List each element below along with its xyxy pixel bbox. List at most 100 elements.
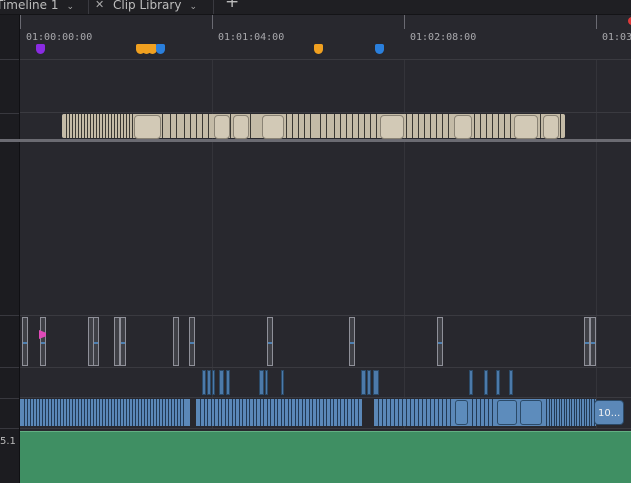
- audio-mix-track[interactable]: [20, 431, 631, 483]
- clip-edge: [78, 114, 79, 138]
- audio-clip[interactable]: [520, 400, 542, 425]
- ruler-timecode: 01:00:00:00: [26, 32, 93, 43]
- clip-edge: [370, 114, 371, 138]
- audio-clip[interactable]: [367, 370, 371, 395]
- close-icon[interactable]: ✕: [95, 0, 104, 11]
- video-clip[interactable]: [214, 115, 230, 139]
- clip-edge: [177, 399, 178, 426]
- clip-edge: [57, 399, 58, 426]
- timeline-marker[interactable]: [156, 44, 165, 54]
- clip-edge: [250, 114, 251, 138]
- clip-edge: [546, 399, 547, 426]
- video-clip[interactable]: [454, 115, 472, 139]
- audio-clip[interactable]: [226, 370, 230, 395]
- clip-edge: [267, 399, 268, 426]
- clip-edge: [141, 399, 142, 426]
- clip-edge: [162, 114, 163, 138]
- chevron-down-icon[interactable]: ⌄: [189, 1, 197, 13]
- clip-edge: [418, 114, 419, 138]
- clip-edge: [406, 114, 407, 138]
- clip-edge: [93, 399, 94, 426]
- clip-edge: [126, 399, 127, 426]
- clip-edge: [434, 399, 435, 426]
- clip-edge: [554, 399, 555, 426]
- waveform-peak: [438, 342, 442, 344]
- clip-edge: [200, 399, 201, 426]
- waveform-peak: [268, 342, 272, 344]
- video-clip[interactable]: [134, 115, 161, 139]
- clip-edge: [340, 114, 341, 138]
- clip-edge: [484, 399, 485, 426]
- track-gap: [190, 399, 196, 426]
- clip-edge: [30, 399, 31, 426]
- audio-clip[interactable]: [496, 370, 500, 395]
- waveform-peak: [121, 342, 125, 344]
- audio-clip[interactable]: [202, 370, 206, 395]
- audio-clip[interactable]: [259, 370, 264, 395]
- timeline-ruler[interactable]: [20, 15, 631, 60]
- audio-clip[interactable]: [497, 400, 517, 425]
- timeline-marker[interactable]: [314, 44, 323, 54]
- audio-clip[interactable]: [509, 370, 513, 395]
- clip-edge: [168, 399, 169, 426]
- audio-clip[interactable]: [207, 370, 211, 395]
- clip-edge: [312, 399, 313, 426]
- video-clip[interactable]: [514, 115, 538, 139]
- video-clip[interactable]: [380, 115, 404, 139]
- clip-edge: [150, 399, 151, 426]
- waveform-peak: [23, 342, 27, 344]
- clip-edge: [60, 399, 61, 426]
- clip-edge: [549, 399, 550, 426]
- clip-edge: [183, 399, 184, 426]
- audio-clip[interactable]: [484, 370, 488, 395]
- clip-edge: [66, 114, 67, 138]
- clip-edge: [126, 114, 127, 138]
- audio-clip[interactable]: [455, 400, 468, 425]
- clip-edge: [184, 114, 185, 138]
- clip-edge: [560, 114, 561, 138]
- timeline-marker[interactable]: [375, 44, 384, 54]
- audio-clip[interactable]: [212, 370, 215, 395]
- track-group-divider: [0, 139, 631, 142]
- clip-edge: [424, 114, 425, 138]
- audio-clip[interactable]: [373, 370, 379, 395]
- chevron-down-icon[interactable]: ⌄: [66, 1, 74, 13]
- clip-edge: [138, 399, 139, 426]
- clip-edge: [402, 399, 403, 426]
- tab-timeline-label: Timeline 1: [0, 0, 59, 12]
- clip-edge: [292, 114, 293, 138]
- plus-icon[interactable]: +: [225, 0, 239, 11]
- audio-clip[interactable]: [281, 370, 284, 395]
- clip-edge: [347, 399, 348, 426]
- clip-edge: [574, 399, 575, 426]
- clip-edge: [450, 399, 451, 426]
- audio-clip[interactable]: 10...: [594, 400, 624, 425]
- audio-clip[interactable]: [361, 370, 366, 395]
- clip-edge: [123, 399, 124, 426]
- audio-clip[interactable]: [469, 370, 473, 395]
- timeline-marker[interactable]: [36, 44, 45, 54]
- video-clip[interactable]: [233, 115, 249, 139]
- clip-edge: [33, 399, 34, 426]
- audio-clip[interactable]: [173, 317, 179, 366]
- clip-edge: [474, 114, 475, 138]
- tab-timeline[interactable]: Timeline 1 ⌄: [0, 0, 74, 13]
- clip-edge: [196, 114, 197, 138]
- clip-edge: [132, 399, 133, 426]
- clip-edge: [117, 114, 118, 138]
- clip-edge: [320, 114, 321, 138]
- clip-edge: [144, 399, 145, 426]
- clip-edge: [117, 399, 118, 426]
- clip-edge: [99, 399, 100, 426]
- clip-edge: [346, 114, 347, 138]
- audio-clip[interactable]: [219, 370, 224, 395]
- video-clip[interactable]: [262, 115, 284, 139]
- audio-clip[interactable]: [265, 370, 268, 395]
- video-clip[interactable]: [543, 115, 559, 139]
- tab-clip-library[interactable]: Clip Library ⌄: [113, 0, 197, 13]
- clip-edge: [39, 399, 40, 426]
- clip-edge: [171, 399, 172, 426]
- clip-edge: [426, 399, 427, 426]
- clip-edge: [84, 114, 85, 138]
- clip-edge: [569, 399, 570, 426]
